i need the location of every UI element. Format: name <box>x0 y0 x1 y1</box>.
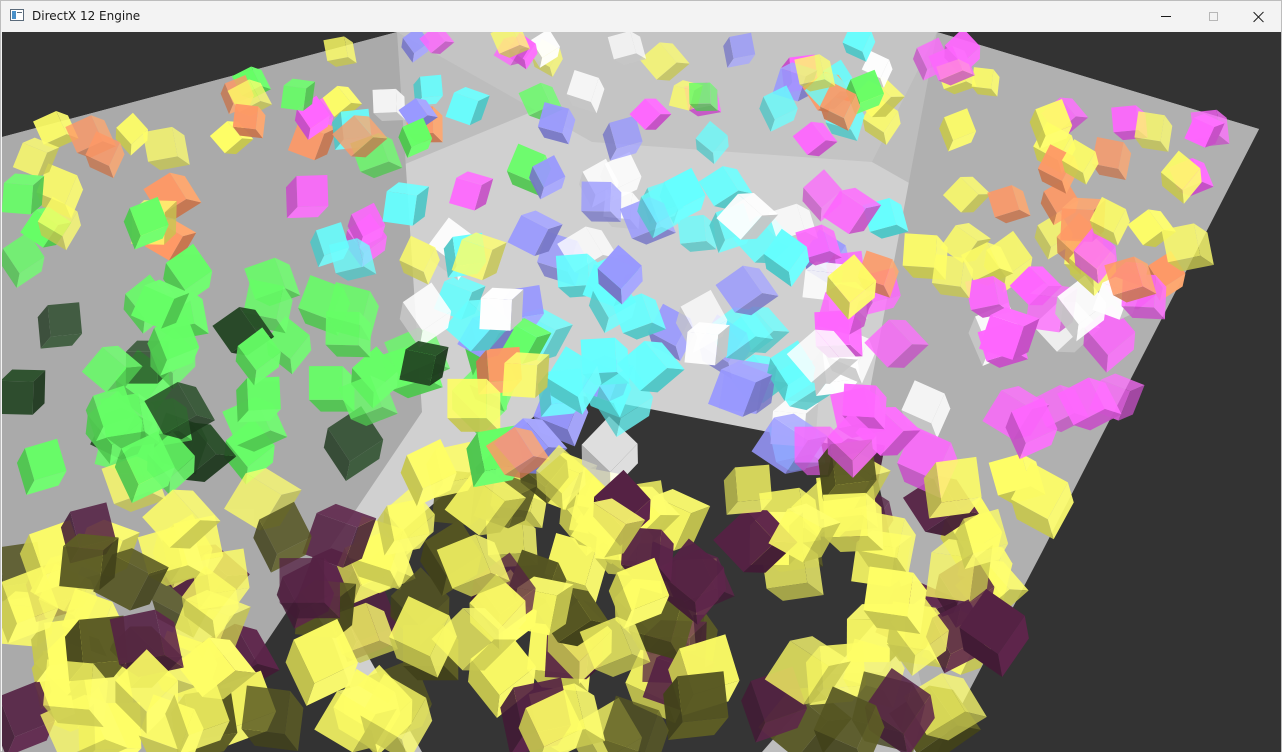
cube <box>479 287 524 331</box>
cube <box>581 181 622 222</box>
close-button[interactable] <box>1236 1 1282 32</box>
scene-canvas <box>2 32 1259 752</box>
cube <box>285 175 329 219</box>
cube <box>236 376 281 423</box>
maximize-icon <box>1208 12 1218 21</box>
minimize-button[interactable] <box>1143 1 1189 32</box>
render-viewport[interactable] <box>2 32 1281 752</box>
app-window: DirectX 12 Engine <box>0 0 1282 752</box>
app-window-icon <box>10 9 24 21</box>
close-icon <box>1253 11 1265 23</box>
window-title: DirectX 12 Engine <box>32 9 141 23</box>
cube <box>2 369 46 415</box>
cube <box>279 557 341 619</box>
cube <box>241 685 304 752</box>
maximize-button[interactable] <box>1190 1 1236 32</box>
minimize-icon <box>1161 16 1171 17</box>
cube <box>447 378 501 432</box>
cube <box>372 88 406 121</box>
title-bar[interactable]: DirectX 12 Engine <box>1 1 1281 32</box>
cube <box>689 82 718 112</box>
cube <box>325 311 371 358</box>
